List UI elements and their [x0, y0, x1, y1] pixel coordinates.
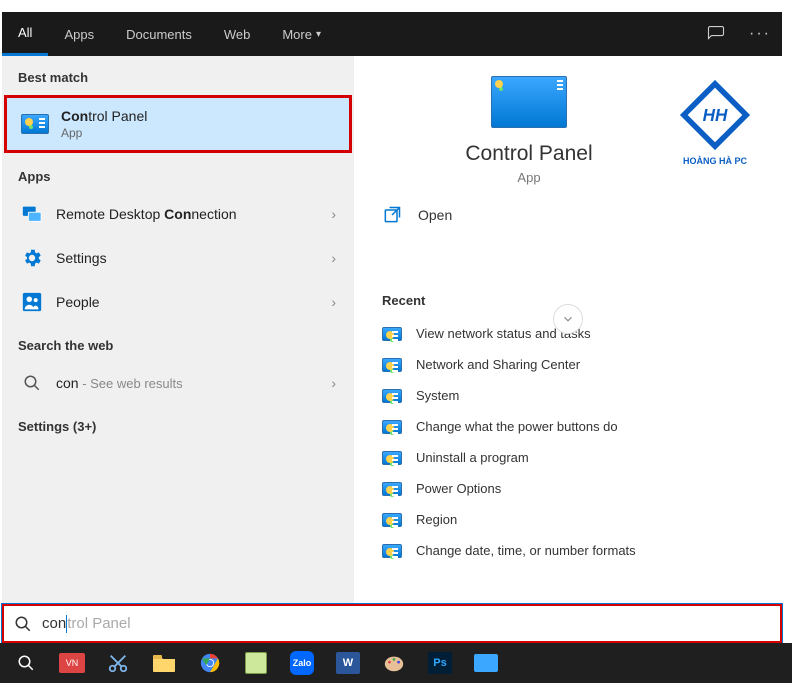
group-header-web: Search the web: [2, 324, 354, 361]
chevron-down-icon: ▾: [316, 29, 321, 40]
taskbar: VN Zalo W Ps: [0, 643, 792, 683]
result-title: Settings: [56, 250, 325, 266]
chevron-right-icon[interactable]: ›: [325, 375, 342, 391]
tab-web[interactable]: Web: [208, 12, 267, 56]
taskbar-app-other[interactable]: [464, 643, 508, 683]
recent-item-label: Uninstall a program: [416, 450, 529, 465]
group-header-best-match: Best match: [2, 56, 354, 93]
preview-subtitle: App: [517, 170, 540, 185]
result-title: con - See web results: [56, 375, 325, 391]
brand-logo: HH HOÀNG HÀ PC: [676, 76, 754, 166]
open-icon: [382, 205, 402, 225]
chevron-down-icon: [561, 312, 575, 326]
recent-item-label: Power Options: [416, 481, 501, 496]
chevron-right-icon[interactable]: ›: [325, 294, 342, 310]
recent-item-label: Change what the power buttons do: [416, 419, 618, 434]
control-panel-icon: [382, 420, 402, 434]
result-title: Remote Desktop Connection: [56, 206, 325, 222]
result-settings[interactable]: Settings ›: [2, 236, 354, 280]
control-panel-icon: [382, 482, 402, 496]
control-panel-icon: [382, 327, 402, 341]
recent-item[interactable]: Network and Sharing Center: [382, 349, 754, 380]
result-remote-desktop[interactable]: Remote Desktop Connection ›: [2, 192, 354, 236]
search-typed-text: con: [42, 615, 66, 632]
group-header-apps: Apps: [2, 155, 354, 192]
control-panel-icon: [382, 389, 402, 403]
ellipsis-icon: ···: [749, 25, 771, 43]
control-panel-icon: [382, 513, 402, 527]
result-title: People: [56, 294, 325, 310]
tab-more[interactable]: More ▾: [266, 12, 337, 56]
tab-all[interactable]: All: [2, 12, 48, 56]
result-preview-pane: Control Panel App HH HOÀNG HÀ PC Open: [354, 56, 782, 604]
result-title: Control Panel: [61, 108, 337, 124]
recent-item[interactable]: Change what the power buttons do: [382, 411, 754, 442]
settings-icon: [18, 244, 46, 272]
result-web-search[interactable]: con - See web results ›: [2, 361, 354, 405]
chevron-right-icon[interactable]: ›: [325, 250, 342, 266]
recent-item[interactable]: Power Options: [382, 473, 754, 504]
taskbar-app-snip[interactable]: [96, 643, 140, 683]
control-panel-icon: [382, 544, 402, 558]
brand-text: HOÀNG HÀ PC: [676, 156, 754, 166]
taskbar-app-photoshop[interactable]: Ps: [418, 643, 462, 683]
results-list: Best match Control Panel App Apps Remote…: [2, 56, 354, 604]
preview-title: Control Panel: [465, 142, 592, 166]
people-icon: [18, 288, 46, 316]
taskbar-app-paint[interactable]: [372, 643, 416, 683]
hoang-ha-logo-icon: HH: [676, 76, 754, 154]
taskbar-app-chrome[interactable]: [188, 643, 232, 683]
group-header-settings-more: Settings (3+): [2, 405, 354, 442]
taskbar-app-unikey[interactable]: VN: [50, 643, 94, 683]
open-label: Open: [418, 207, 452, 223]
taskbar-app-notepadpp[interactable]: [234, 643, 278, 683]
control-panel-icon: [382, 358, 402, 372]
svg-text:HH: HH: [703, 105, 728, 125]
control-panel-icon-large: [491, 76, 567, 128]
result-subtitle: App: [61, 126, 337, 140]
taskbar-app-zalo[interactable]: Zalo: [280, 643, 324, 683]
control-panel-icon: [382, 451, 402, 465]
open-action[interactable]: Open: [382, 193, 754, 237]
windows-search-flyout: All Apps Documents Web More ▾ ··· Best m…: [2, 12, 782, 604]
result-people[interactable]: People ›: [2, 280, 354, 324]
recent-item-label: System: [416, 388, 459, 403]
search-tab-bar: All Apps Documents Web More ▾ ···: [2, 12, 782, 56]
taskbar-search-button[interactable]: [4, 643, 48, 683]
result-control-panel[interactable]: Control Panel App: [4, 95, 352, 153]
recent-item[interactable]: Region: [382, 504, 754, 535]
search-icon: [14, 615, 32, 633]
search-autocomplete-ghost: trol Panel: [67, 615, 130, 632]
remote-desktop-icon: [18, 200, 46, 228]
expand-preview-button[interactable]: [553, 304, 583, 334]
search-box[interactable]: control Panel: [2, 604, 782, 643]
options-button[interactable]: ···: [738, 12, 782, 56]
search-icon: [18, 369, 46, 397]
tab-more-label: More: [282, 27, 312, 42]
recent-item[interactable]: Change date, time, or number formats: [382, 535, 754, 566]
chevron-right-icon[interactable]: ›: [325, 206, 342, 222]
recent-item-label: Change date, time, or number formats: [416, 543, 636, 558]
feedback-button[interactable]: [694, 12, 738, 56]
feedback-icon: [707, 25, 725, 43]
tab-apps[interactable]: Apps: [48, 12, 110, 56]
recent-item[interactable]: Uninstall a program: [382, 442, 754, 473]
tab-documents[interactable]: Documents: [110, 12, 208, 56]
taskbar-app-word[interactable]: W: [326, 643, 370, 683]
recent-item[interactable]: System: [382, 380, 754, 411]
recent-item-label: Region: [416, 512, 457, 527]
recent-item-label: Network and Sharing Center: [416, 357, 580, 372]
taskbar-app-explorer[interactable]: [142, 643, 186, 683]
control-panel-icon: [21, 114, 49, 134]
